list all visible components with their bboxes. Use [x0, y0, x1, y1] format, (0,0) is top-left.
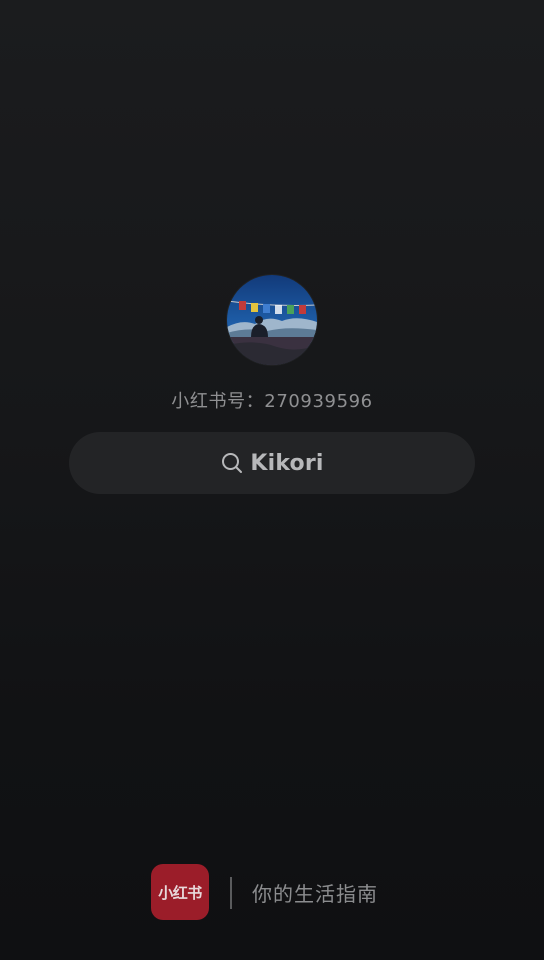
footer-branding: 小红书 你的生活指南: [0, 864, 544, 920]
slogan: 你的生活指南: [252, 882, 378, 906]
app-logo: 小红书: [151, 864, 209, 920]
search-button[interactable]: Kikori: [69, 432, 475, 494]
divider: [230, 877, 232, 909]
share-card-screen: 小红书号：270939596 Kikori 小红书 你的生活指南: [0, 0, 544, 960]
app-logo-text: 小红书: [158, 883, 202, 902]
avatar[interactable]: [227, 275, 317, 365]
avatar-photo-icon: [227, 275, 317, 365]
profile-id: 小红书号：270939596: [171, 391, 373, 412]
search-icon: [220, 451, 244, 475]
search-term: Kikori: [250, 450, 324, 476]
